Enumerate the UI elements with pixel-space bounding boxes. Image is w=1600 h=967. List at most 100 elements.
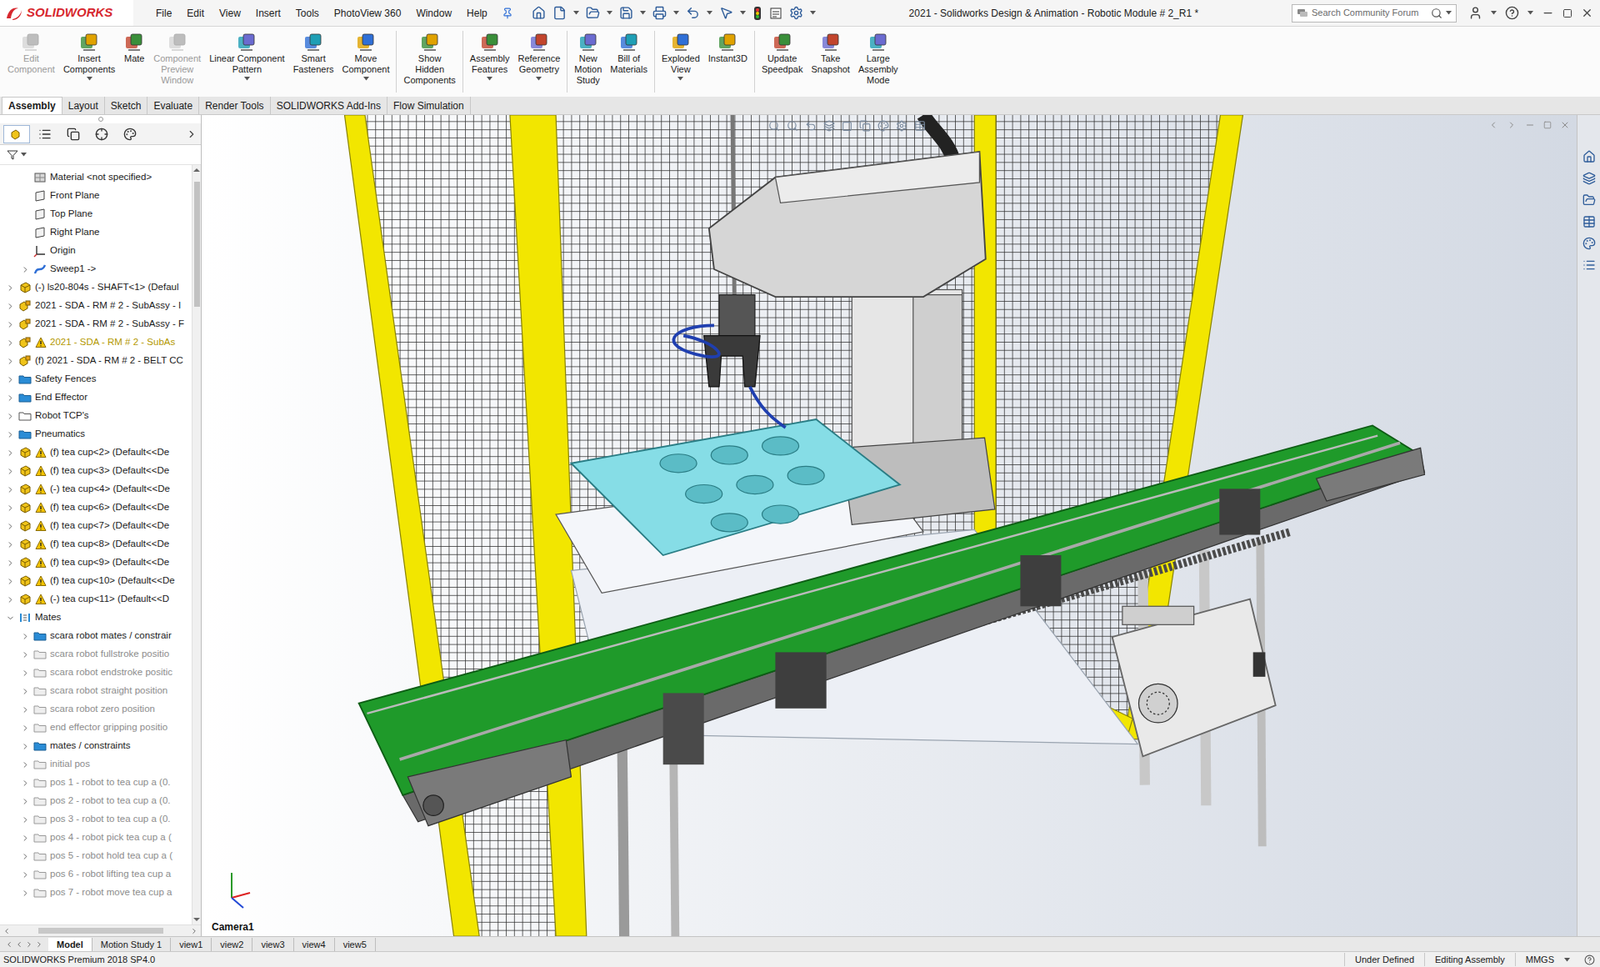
dropdown-icon[interactable] (706, 10, 713, 15)
graphics-area[interactable]: Camera1 (201, 115, 1577, 936)
pin-icon[interactable] (501, 7, 514, 20)
expand-icon[interactable] (5, 411, 15, 421)
menu-item[interactable]: File (148, 5, 180, 21)
tree-row[interactable]: Safety Fences (0, 370, 192, 389)
tree-row[interactable]: mates / constraints (0, 736, 192, 755)
tree-row[interactable]: scara robot endstroke positic (0, 663, 192, 682)
expand-icon[interactable] (5, 466, 15, 476)
command-tab[interactable]: SOLIDWORKS Add-Ins (270, 96, 388, 115)
search-icon[interactable] (1430, 7, 1443, 20)
expand-icon[interactable] (5, 375, 15, 385)
expand-icon[interactable] (5, 540, 15, 550)
expand-icon[interactable] (5, 485, 15, 495)
tree-row[interactable]: (f) tea cup<2> (Default<<De (0, 443, 192, 462)
tree-row[interactable]: (f) tea cup<10> (Default<<De (0, 571, 192, 590)
bottom-tab[interactable]: view5 (335, 937, 376, 951)
dropdown-icon[interactable] (1564, 957, 1570, 962)
expand-icon[interactable] (5, 283, 15, 293)
panel-tab[interactable] (88, 125, 115, 144)
save-icon[interactable] (619, 5, 634, 20)
model-scene[interactable] (201, 115, 1577, 936)
dropdown-icon[interactable] (1445, 10, 1452, 15)
tree-row[interactable]: pos 3 - robot to tea cup a (0. (0, 810, 192, 829)
minimize-icon[interactable] (1541, 6, 1555, 20)
command-tab[interactable]: Assembly (1, 96, 63, 115)
expand-icon[interactable] (20, 650, 30, 660)
panel-tab[interactable] (116, 125, 144, 144)
tree-row[interactable]: end effector gripping positio (0, 718, 192, 737)
help-icon[interactable] (1505, 5, 1520, 20)
tree-row[interactable]: scara robot mates / constrair (0, 626, 192, 645)
expand-icon[interactable] (5, 521, 15, 531)
section-view-icon[interactable] (823, 120, 835, 132)
tree-scrollbar[interactable] (191, 165, 201, 925)
view-palette-icon[interactable] (1582, 215, 1596, 229)
command-tab[interactable]: Evaluate (147, 96, 200, 115)
ribbon-button[interactable]: ComponentPreviewWindow (149, 26, 205, 86)
tree-row[interactable]: pos 6 - robot lifting tea cup a (0, 865, 192, 884)
expand-icon[interactable] (20, 631, 30, 641)
filter-icon[interactable] (6, 149, 19, 161)
restore-icon[interactable] (1562, 8, 1573, 19)
expand-icon[interactable] (5, 576, 15, 586)
custom-properties-icon[interactable] (1582, 258, 1596, 272)
dropdown-icon[interactable] (573, 10, 580, 15)
menu-item[interactable]: Edit (179, 5, 212, 21)
bottom-tab[interactable]: Model (48, 937, 93, 951)
options-icon[interactable] (789, 5, 804, 20)
scroll-left-icon[interactable] (2, 926, 11, 935)
tree-row[interactable]: Right Plane (0, 223, 192, 242)
tree-row[interactable]: (-) ls20-804s - SHAFT<1> (Defaul (0, 278, 192, 297)
dropdown-icon[interactable] (673, 10, 680, 15)
expand-icon[interactable] (5, 430, 15, 440)
menu-item[interactable]: Insert (248, 5, 289, 21)
viewport-close-icon[interactable] (1560, 120, 1570, 130)
select-icon[interactable] (719, 5, 734, 20)
expand-icon[interactable] (5, 320, 15, 330)
dropdown-icon[interactable] (810, 10, 816, 15)
tree-row[interactable]: Origin (0, 241, 192, 260)
expand-icon[interactable] (5, 301, 15, 311)
tree-row[interactable]: pos 5 - robot hold tea cup a ( (0, 846, 192, 865)
panel-tab[interactable] (3, 125, 30, 144)
expand-icon[interactable] (5, 448, 15, 458)
home-icon[interactable] (531, 5, 546, 20)
expand-icon[interactable] (20, 851, 30, 861)
rebuild-icon[interactable] (752, 5, 763, 21)
ribbon-button[interactable]: ExplodedView (657, 26, 705, 81)
dropdown-icon[interactable] (20, 152, 27, 157)
expand-icon[interactable] (20, 888, 30, 898)
command-tab[interactable]: Flow Simulation (387, 96, 471, 115)
tree-row[interactable]: Sweep1 -> (0, 260, 192, 279)
bottom-tab[interactable]: view1 (170, 937, 212, 951)
expand-icon[interactable] (20, 796, 30, 806)
tree-row[interactable]: 2021 - SDA - RM # 2 - SubAssy - F (0, 315, 192, 334)
dropdown-icon[interactable] (486, 76, 493, 81)
tree-row[interactable]: (f) tea cup<9> (Default<<De (0, 553, 192, 572)
open-icon[interactable] (585, 5, 600, 20)
tree-row[interactable]: 2021 - SDA - RM # 2 - SubAssy - I (0, 296, 192, 315)
ribbon-button[interactable]: MoveComponent (338, 26, 395, 81)
ribbon-button[interactable]: AssemblyFeatures (465, 26, 515, 81)
first-tab-icon[interactable] (5, 940, 14, 949)
close-icon[interactable] (1580, 6, 1594, 20)
last-tab-icon[interactable] (35, 940, 44, 949)
expand-icon[interactable] (5, 356, 15, 366)
viewport-expand-icon[interactable] (1506, 120, 1517, 130)
tree-row[interactable]: (f) tea cup<6> (Default<<De (0, 498, 192, 517)
tree-row[interactable]: pos 4 - robot pick tea cup a ( (0, 828, 192, 847)
ribbon-button[interactable]: Mate (119, 26, 150, 65)
expand-icon[interactable] (5, 595, 15, 605)
previous-view-icon[interactable] (805, 120, 817, 132)
expand-icon[interactable] (20, 815, 30, 825)
viewport-collapse-icon[interactable] (1488, 120, 1499, 130)
expand-icon[interactable] (5, 338, 15, 348)
expand-icon[interactable] (20, 686, 30, 696)
display-style-icon[interactable] (859, 120, 871, 132)
file-explorer-icon[interactable] (1582, 193, 1596, 207)
user-icon[interactable] (1468, 5, 1483, 20)
dropdown-icon[interactable] (740, 10, 746, 15)
collapse-icon[interactable] (5, 613, 15, 623)
expand-icon[interactable] (20, 741, 30, 751)
scroll-down-icon[interactable] (193, 915, 200, 923)
